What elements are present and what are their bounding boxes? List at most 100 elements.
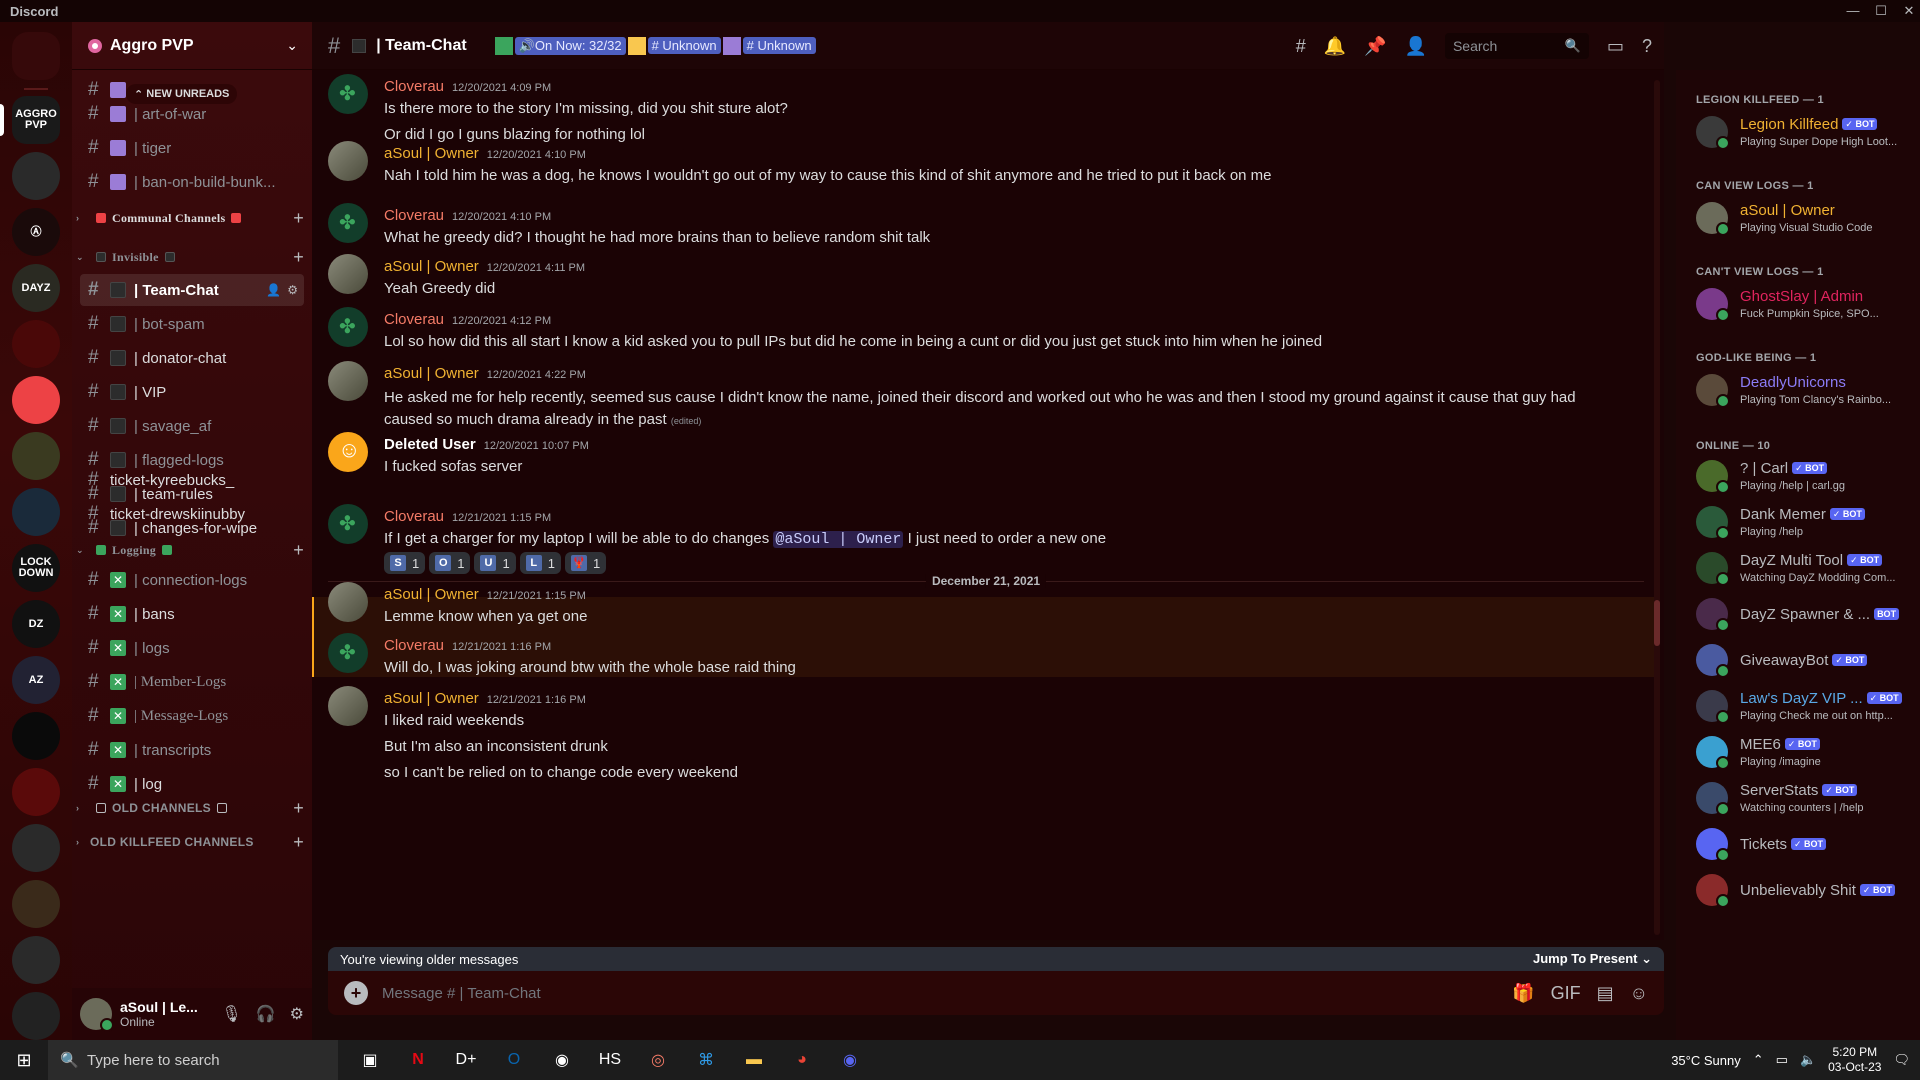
category-old-killfeed[interactable]: › OLD KILLFEED CHANNELS + bbox=[76, 830, 304, 854]
avatar[interactable] bbox=[328, 74, 368, 114]
channel-1[interactable]: # | bot-spam bbox=[80, 308, 304, 340]
close-icon[interactable]: ✕ bbox=[1898, 3, 1920, 19]
message-author[interactable]: aSoul | Owner bbox=[384, 258, 479, 275]
member-item[interactable]: Dank Memer ✓ BOT Playing /help bbox=[1696, 502, 1916, 544]
channel-4[interactable]: # | savage_af bbox=[80, 410, 304, 442]
server-header[interactable]: Aggro PVP ⌄ bbox=[72, 22, 312, 70]
member-item[interactable]: DeadlyUnicorns Playing Tom Clancy's Rainb… bbox=[1696, 370, 1916, 412]
server-icon-helmet[interactable] bbox=[12, 432, 60, 480]
file-explorer-icon[interactable]: ▬ bbox=[730, 1040, 778, 1080]
avatar[interactable] bbox=[80, 998, 114, 1032]
category-invisible[interactable]: ⌄ Invisible + bbox=[76, 245, 304, 269]
server-icon-black-server[interactable] bbox=[12, 712, 60, 760]
windows-start-icon[interactable]: ⊞ bbox=[0, 1050, 48, 1071]
server-icon-globe[interactable] bbox=[12, 488, 60, 536]
channel-ban-on-build[interactable]: # | ban-on-build-bunk... bbox=[80, 166, 304, 198]
attach-plus-icon[interactable]: + bbox=[344, 981, 368, 1005]
bell-icon[interactable]: 🔔 bbox=[1324, 36, 1346, 57]
add-channel-icon[interactable]: + bbox=[293, 798, 304, 819]
server-icon-the-day-after[interactable] bbox=[12, 880, 60, 928]
message-author[interactable]: aSoul | Owner bbox=[384, 365, 479, 382]
member-item[interactable]: ? | Carl ✓ BOT Playing /help | carl.gg bbox=[1696, 456, 1916, 498]
server-icon-aggro-pvp[interactable]: AGGRO PVP bbox=[12, 96, 60, 144]
channel-3[interactable]: # | VIP bbox=[80, 376, 304, 408]
tray-chevron-icon[interactable]: ⌃ bbox=[1753, 1052, 1764, 1068]
logging-channel-4[interactable]: # | Message-Logs bbox=[80, 700, 304, 732]
message-author[interactable]: Cloverau bbox=[384, 508, 444, 525]
add-channel-icon[interactable]: + bbox=[293, 247, 304, 268]
reaction-button[interactable]: 🦞 1 bbox=[564, 552, 607, 574]
scrollbar-thumb[interactable] bbox=[1654, 600, 1660, 646]
message-author[interactable]: Cloverau bbox=[384, 207, 444, 224]
server-icon-skull[interactable] bbox=[12, 152, 60, 200]
notifications-icon[interactable]: 🗨 bbox=[1893, 1052, 1910, 1068]
inbox-icon[interactable]: ▭ bbox=[1607, 36, 1624, 57]
avatar[interactable] bbox=[328, 686, 368, 726]
server-icon-dz[interactable]: DZ bbox=[12, 600, 60, 648]
server-icon-server-17[interactable] bbox=[12, 936, 60, 984]
reaction-button[interactable]: U1 bbox=[474, 552, 516, 574]
logging-channel-1[interactable]: # | bans bbox=[80, 598, 304, 630]
sticker-icon[interactable]: ▤ bbox=[1597, 983, 1614, 1004]
chevron-down-icon[interactable]: ⌄ bbox=[286, 37, 298, 54]
member-item[interactable]: DayZ Multi Tool ✓ BOT Watching DayZ Moddin… bbox=[1696, 548, 1916, 590]
pin-icon[interactable]: 📌 bbox=[1364, 36, 1386, 57]
server-icon-server-18[interactable] bbox=[12, 992, 60, 1040]
add-channel-icon[interactable]: + bbox=[293, 540, 304, 561]
topic-unknown-channel[interactable]: # Unknown bbox=[742, 37, 816, 54]
category-old-channels[interactable]: › OLD CHANNELS + bbox=[76, 796, 304, 820]
member-item[interactable]: GhostSlay | Admin Fuck Pumpkin Spice, SPO… bbox=[1696, 284, 1916, 326]
avatar[interactable] bbox=[328, 307, 368, 347]
scrollbar[interactable] bbox=[1654, 80, 1660, 935]
category-communal[interactable]: › Communal Channels + bbox=[76, 206, 304, 230]
channel-tiger[interactable]: # | tiger bbox=[80, 132, 304, 164]
search-input[interactable]: Search 🔍 bbox=[1444, 33, 1589, 59]
weather-widget[interactable]: 35°C Sunny bbox=[1671, 1053, 1741, 1068]
server-icon-anarchy[interactable]: Ⓐ bbox=[12, 208, 60, 256]
app-icon[interactable]: ◎ bbox=[634, 1040, 682, 1080]
member-item[interactable]: Law's DayZ VIP ... ✓ BOT Playing Check me … bbox=[1696, 686, 1916, 728]
channel-ticket-kyreebucks[interactable]: # ticket-kyreebucks_ bbox=[80, 464, 304, 496]
user-info[interactable]: aSoul | Le... Online bbox=[120, 999, 221, 1029]
gif-icon[interactable]: GIF bbox=[1551, 983, 1581, 1004]
gear-icon[interactable]: ⚙ bbox=[287, 283, 298, 297]
topic-unknown-channel[interactable]: # Unknown bbox=[647, 37, 721, 54]
avatar[interactable] bbox=[328, 141, 368, 181]
headphones-icon[interactable]: 🎧 bbox=[256, 1004, 276, 1024]
avatar[interactable] bbox=[328, 432, 368, 472]
help-icon[interactable]: ? bbox=[1642, 36, 1652, 57]
hs-icon[interactable]: HS bbox=[586, 1040, 634, 1080]
network-icon[interactable]: ▭ bbox=[1776, 1052, 1788, 1068]
member-list-icon[interactable]: 👤 bbox=[1405, 36, 1427, 57]
server-icon-az[interactable]: AZ bbox=[12, 656, 60, 704]
discord-app-icon[interactable]: ◉ bbox=[538, 1040, 586, 1080]
server-icon-dayz-multitool[interactable]: DAYZ bbox=[12, 264, 60, 312]
jump-to-present-button[interactable]: Jump To Present ⌄ bbox=[1533, 951, 1652, 967]
member-item[interactable]: Legion Killfeed ✓ BOT Playing Super Dope H… bbox=[1696, 112, 1916, 154]
server-icon-red-folder[interactable] bbox=[12, 376, 60, 424]
channel-0[interactable]: # | Team-Chat 👤 ⚙ bbox=[80, 274, 304, 306]
task-view-icon[interactable]: ▣ bbox=[346, 1040, 394, 1080]
message-author[interactable]: aSoul | Owner bbox=[384, 145, 479, 162]
server-icon-home[interactable] bbox=[12, 32, 60, 80]
member-item[interactable]: MEE6 ✓ BOT Playing /imagine bbox=[1696, 732, 1916, 774]
message-author[interactable]: Cloverau bbox=[384, 637, 444, 654]
emoji-icon[interactable]: ☺ bbox=[1630, 983, 1648, 1004]
server-icon-red-skull[interactable] bbox=[12, 320, 60, 368]
member-item[interactable]: DayZ Spawner & ... BOT bbox=[1696, 594, 1916, 636]
channel-2[interactable]: # | donator-chat bbox=[80, 342, 304, 374]
server-icon-revolution[interactable] bbox=[12, 768, 60, 816]
member-item[interactable]: Unbelievably Shit ✓ BOT bbox=[1696, 870, 1916, 912]
maximize-icon[interactable]: ☐ bbox=[1870, 3, 1892, 19]
channel-art-of-war[interactable]: # | art-of-war bbox=[80, 98, 304, 130]
member-item[interactable]: aSoul | Owner Playing Visual Studio Code bbox=[1696, 198, 1916, 240]
outlook-icon[interactable]: O bbox=[490, 1040, 538, 1080]
user-mention[interactable]: @aSoul | Owner bbox=[773, 531, 904, 548]
vscode-icon[interactable]: ⌘ bbox=[682, 1040, 730, 1080]
message-input[interactable]: Message # | Team-Chat bbox=[382, 985, 541, 1002]
logging-channel-0[interactable]: # | connection-logs bbox=[80, 564, 304, 596]
microphone-icon[interactable]: 🎙 bbox=[221, 1004, 241, 1024]
message-author[interactable]: Deleted User bbox=[384, 436, 476, 453]
invite-icon[interactable]: 👤 bbox=[266, 283, 281, 297]
message-author[interactable]: Cloverau bbox=[384, 311, 444, 328]
